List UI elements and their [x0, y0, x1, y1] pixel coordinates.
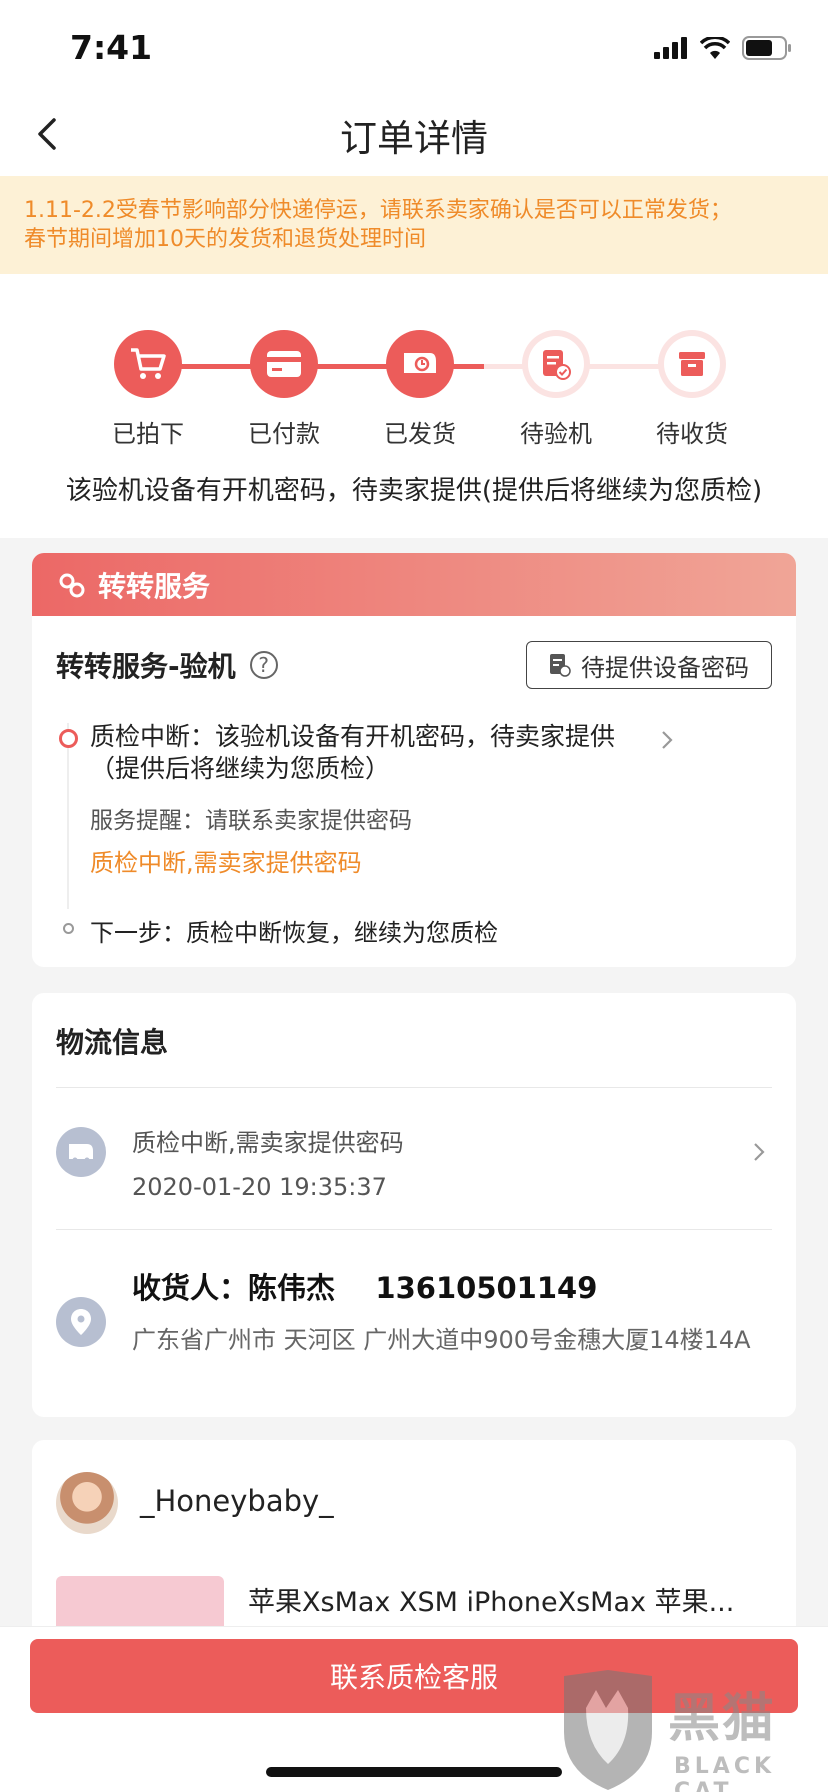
receiver-address: 广东省广州市 天河区 广州大道中900号金穗大厦14楼14A [132, 1326, 751, 1354]
receiver-name: 陈伟杰 [248, 1271, 336, 1305]
step-paid: 已付款 [214, 330, 354, 449]
divider [56, 1229, 772, 1230]
product-title[interactable]: 苹果XsMax XSM iPhoneXsMax 苹果... [248, 1580, 734, 1619]
home-indicator [266, 1767, 562, 1777]
step-label: 已拍下 [112, 420, 184, 448]
seller-card: _Honeybaby_ 苹果XsMax XSM iPhoneXsMax 苹果..… [32, 1440, 796, 1640]
logistics-title: 物流信息 [56, 1026, 169, 1059]
step-shipped: 已发货 [350, 330, 490, 449]
step-ordered: 已拍下 [78, 330, 218, 449]
chevron-right-icon[interactable] [748, 1141, 770, 1163]
cat-shield-icon [564, 1670, 652, 1790]
blackcat-watermark: 黑猫 BLACK CAT [556, 1668, 828, 1792]
box-icon [658, 330, 726, 398]
inspection-warning: 质检中断,需卖家提供密码 [90, 849, 362, 877]
help-icon[interactable]: ? [249, 651, 278, 679]
step-label: 已发货 [384, 420, 456, 448]
wifi-icon [700, 37, 730, 59]
inspect-icon [522, 330, 590, 398]
page-title: 订单详情 [340, 117, 488, 160]
timeline-next-dot [63, 923, 74, 934]
back-arrow-icon[interactable] [28, 112, 72, 156]
service-reminder: 服务提醒：请联系卖家提供密码 [90, 808, 412, 834]
zhuanzhuan-logo-icon [59, 573, 85, 597]
watermark-en: BLACK CAT [674, 1754, 776, 1792]
location-pin-icon [56, 1297, 106, 1347]
timeline-main-text[interactable]: 质检中断：该验机设备有开机密码，待卖家提供（提供后将继续为您质检） [90, 721, 650, 785]
step-inspecting: 待验机 [486, 330, 626, 449]
notice-line-1: 1.11-2.2受春节影响部分快递停运，请联系卖家确认是否可以正常发货； [24, 198, 732, 223]
service-title: 转转服务-验机 [56, 650, 236, 683]
seller-avatar[interactable] [56, 1472, 118, 1534]
divider [56, 1087, 772, 1088]
status-time: 7:41 [70, 28, 153, 67]
device-password-label: 待提供设备密码 [581, 653, 749, 682]
order-progress: 已拍下 已付款 已发货 待验机 待收货 该验机设备有开机密码，待卖家提供(提供后… [0, 274, 828, 538]
seller-name[interactable]: _Honeybaby_ [140, 1484, 334, 1518]
next-step-text: 下一步：质检中断恢复，继续为您质检 [90, 919, 498, 947]
chevron-right-icon[interactable] [656, 729, 678, 751]
service-header-title: 转转服务 [98, 569, 211, 603]
card-icon [250, 330, 318, 398]
logistics-status[interactable]: 质检中断,需卖家提供密码 [132, 1123, 404, 1158]
signal-icon [654, 37, 687, 59]
logistics-card: 物流信息 质检中断,需卖家提供密码 2020-01-20 19:35:37 收货… [32, 993, 796, 1417]
device-password-button[interactable]: 待提供设备密码 [526, 641, 772, 689]
notice-line-2: 春节期间增加10天的发货和退货处理时间 [24, 227, 426, 252]
step-label: 已付款 [248, 420, 320, 448]
timeline-line [67, 723, 69, 909]
holiday-notice: 1.11-2.2受春节影响部分快递停运，请联系卖家确认是否可以正常发货； 春节期… [0, 176, 828, 274]
battery-icon [742, 36, 791, 60]
watermark-cn: 黑猫 [668, 1689, 777, 1749]
service-header: 转转服务 [32, 553, 796, 616]
step-label: 待验机 [520, 420, 592, 448]
status-bar: 7:41 [0, 0, 828, 92]
cart-icon [114, 330, 182, 398]
timeline-current-dot [59, 729, 78, 748]
status-icons [654, 36, 792, 60]
step-receiving: 待收货 [622, 330, 762, 449]
receiver-line: 收货人：陈伟杰 13610501149 [132, 1265, 597, 1307]
receiver-phone: 13610501149 [375, 1271, 598, 1305]
truck-icon [386, 330, 454, 398]
nav-bar: 订单详情 [0, 92, 828, 176]
service-card: 转转服务 转转服务-验机 ? 待提供设备密码 质检中断：该验机设备有开机密码，待… [32, 553, 796, 967]
step-label: 待收货 [656, 420, 728, 448]
receiver-label: 收货人： [132, 1271, 249, 1305]
order-status-message: 该验机设备有开机密码，待卖家提供(提供后将继续为您质检) [65, 476, 763, 506]
logistics-time: 2020-01-20 19:35:37 [132, 1173, 387, 1201]
truck-status-icon [56, 1127, 106, 1177]
document-icon [550, 654, 571, 677]
service-title-row: 转转服务-验机 ? [56, 645, 278, 685]
